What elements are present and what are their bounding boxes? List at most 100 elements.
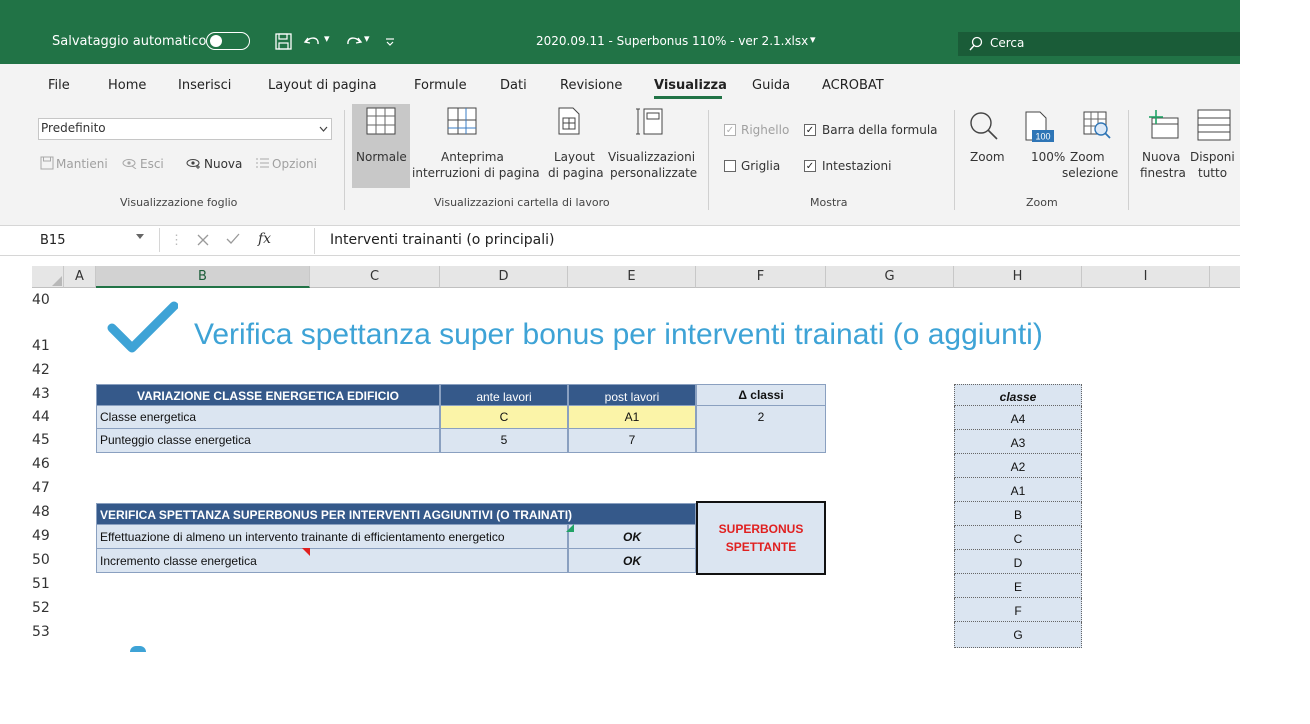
opzioni-button[interactable]: Opzioni — [272, 157, 317, 171]
column-header-e[interactable]: E — [568, 266, 696, 288]
visualizzazioni-line2[interactable]: personalizzate — [610, 166, 697, 180]
classe-value: D — [954, 550, 1082, 574]
mantieni-button[interactable]: Mantieni — [56, 157, 108, 171]
select-all-corner[interactable] — [32, 266, 64, 288]
righello-checkbox[interactable]: ✓ — [724, 124, 736, 136]
zoom-button-label[interactable]: Zoom — [970, 150, 1005, 164]
intestazioni-checkbox[interactable]: ✓ — [804, 160, 816, 172]
table1-row1-ante[interactable]: C — [440, 406, 568, 429]
classe-value: G — [954, 622, 1082, 648]
esci-button[interactable]: Esci — [140, 157, 164, 171]
row-number[interactable]: 45 — [32, 432, 62, 448]
row-number[interactable]: 41 — [32, 338, 62, 354]
group-label-mostra: Mostra — [810, 196, 848, 209]
file-title-dropdown-icon[interactable]: ▾ — [810, 33, 816, 46]
griglia-label: Griglia — [741, 159, 781, 173]
column-header-g[interactable]: G — [826, 266, 954, 288]
tab-layout-di-pagina[interactable]: Layout di pagina — [268, 78, 377, 93]
group-divider — [954, 110, 955, 210]
name-box-value: B15 — [40, 233, 66, 248]
row-number[interactable]: 42 — [32, 362, 62, 378]
tab-inserisci[interactable]: Inserisci — [178, 78, 231, 93]
row-number[interactable]: 40 — [32, 292, 62, 308]
nuova-finestra-line2[interactable]: finestra — [1140, 166, 1186, 180]
undo-icon[interactable] — [302, 32, 324, 52]
group-label-visualizzazione-foglio: Visualizzazione foglio — [120, 196, 238, 209]
row-number[interactable]: 46 — [32, 456, 62, 472]
row-number[interactable]: 43 — [32, 386, 62, 402]
autosave-toggle[interactable] — [206, 32, 250, 50]
normal-view-icon — [366, 107, 396, 135]
row-number[interactable]: 52 — [32, 600, 62, 616]
row-number[interactable]: 48 — [32, 504, 62, 520]
nuova-finestra-line1[interactable]: Nuova — [1142, 150, 1180, 164]
row-number[interactable]: 49 — [32, 528, 62, 544]
tab-formule[interactable]: Formule — [414, 78, 467, 93]
table1-row2-label: Punteggio classe energetica — [96, 429, 440, 453]
cancel-entry-icon[interactable] — [197, 234, 209, 246]
options-list-icon — [256, 158, 269, 168]
layout-line1[interactable]: Layout — [554, 150, 595, 164]
zoom-icon — [970, 112, 998, 140]
comment-indicator-red[interactable] — [302, 548, 310, 556]
table2-row2-label: Incremento classe energetica — [96, 549, 568, 573]
nuova-button[interactable]: Nuova — [204, 157, 242, 171]
formula-bar-grip-icon: ⋮ — [170, 232, 183, 247]
zoom-selection-line2[interactable]: selezione — [1062, 166, 1118, 180]
undo-dropdown-icon[interactable]: ▾ — [324, 32, 330, 45]
zoom-selection-icon — [1083, 111, 1111, 139]
classe-value: A1 — [954, 478, 1082, 502]
column-header-h[interactable]: H — [954, 266, 1082, 288]
column-header-j[interactable] — [1210, 266, 1240, 288]
layout-line2[interactable]: di pagina — [548, 166, 604, 180]
tab-home[interactable]: Home — [108, 78, 146, 93]
row-number[interactable]: 51 — [32, 576, 62, 592]
classe-value: F — [954, 598, 1082, 622]
griglia-checkbox[interactable] — [724, 160, 736, 172]
group-divider — [708, 110, 709, 210]
redo-icon[interactable] — [342, 32, 364, 52]
classe-value: B — [954, 502, 1082, 526]
redo-dropdown-icon[interactable]: ▾ — [364, 32, 370, 45]
row-number[interactable]: 44 — [32, 409, 62, 425]
column-header-f[interactable]: F — [696, 266, 826, 288]
zoom-100-button-label[interactable]: 100% — [1031, 150, 1065, 164]
name-box-chevron-icon[interactable] — [136, 234, 144, 240]
comment-indicator-green[interactable] — [566, 524, 574, 532]
keep-view-icon — [40, 156, 54, 170]
save-icon[interactable] — [274, 32, 294, 52]
classe-value: A2 — [954, 454, 1082, 478]
disponi-line2[interactable]: tutto — [1198, 166, 1227, 180]
anteprima-line2[interactable]: interruzioni di pagina — [412, 166, 540, 180]
disponi-line1[interactable]: Disponi — [1190, 150, 1235, 164]
page-layout-icon — [558, 107, 580, 135]
insert-function-icon[interactable]: fx — [258, 231, 271, 247]
visualizzazioni-line1[interactable]: Visualizzazioni — [608, 150, 695, 164]
column-header-i[interactable]: I — [1082, 266, 1210, 288]
zoom-selection-line1[interactable]: Zoom — [1070, 150, 1105, 164]
tab-guida[interactable]: Guida — [752, 78, 790, 93]
row-number[interactable]: 47 — [32, 480, 62, 496]
column-header-a[interactable]: A — [64, 266, 96, 288]
column-header-d[interactable]: D — [440, 266, 568, 288]
chevron-down-icon — [319, 126, 328, 132]
table1-row1-post[interactable]: A1 — [568, 406, 696, 429]
column-header-c[interactable]: C — [310, 266, 440, 288]
table1-delta-value: 2 — [696, 406, 826, 453]
row-number[interactable]: 50 — [32, 552, 62, 568]
tab-acrobat[interactable]: ACROBAT — [822, 78, 884, 93]
row-number[interactable]: 53 — [32, 624, 62, 640]
partial-heading-icon — [130, 646, 146, 652]
search-icon — [969, 36, 983, 51]
classe-value: E — [954, 574, 1082, 598]
barra-formula-checkbox[interactable]: ✓ — [804, 124, 816, 136]
column-header-b[interactable]: B — [96, 266, 310, 288]
tab-dati[interactable]: Dati — [500, 78, 527, 93]
page-break-preview-icon — [447, 107, 477, 135]
anteprima-line1[interactable]: Anteprima — [441, 150, 504, 164]
confirm-entry-icon[interactable] — [226, 233, 240, 245]
tab-visualizza[interactable]: Visualizza — [654, 78, 727, 93]
tab-file[interactable]: File — [48, 78, 70, 93]
customize-toolbar-icon[interactable] — [384, 36, 396, 48]
tab-revisione[interactable]: Revisione — [560, 78, 622, 93]
